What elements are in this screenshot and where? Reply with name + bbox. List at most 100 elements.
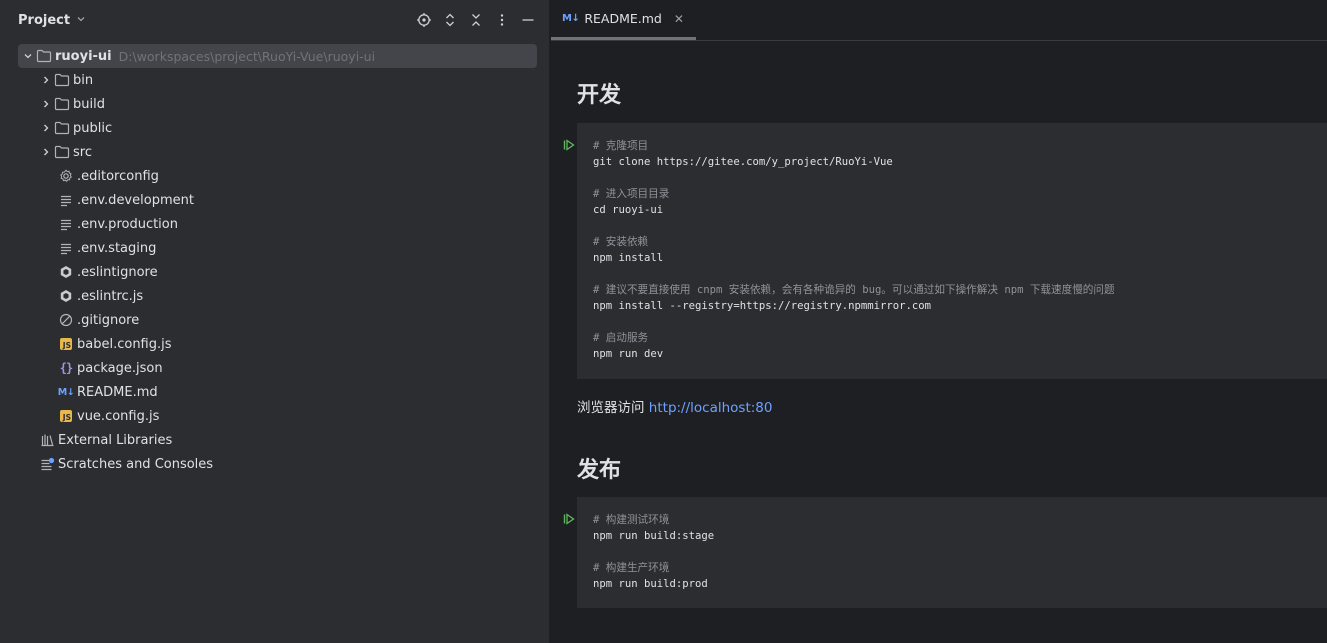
file-name: .gitignore xyxy=(77,312,140,328)
tree-folder-public[interactable]: public xyxy=(0,116,549,140)
markdown-file-icon: M↓ xyxy=(58,384,75,400)
file-name: .eslintignore xyxy=(77,264,158,280)
code-comment: # 进入项目目录 xyxy=(593,188,670,200)
file-name: vue.config.js xyxy=(77,408,160,424)
code-blank xyxy=(593,170,1311,186)
tree-folder-src[interactable]: src xyxy=(0,140,549,164)
extra-name: Scratches and Consoles xyxy=(58,456,214,472)
project-panel-actions xyxy=(413,9,539,31)
tree-file[interactable]: .editorconfig xyxy=(0,164,549,188)
library-icon xyxy=(39,432,55,448)
code-comment: # 构建生产环境 xyxy=(593,562,670,574)
chevron-down-icon[interactable] xyxy=(76,14,86,27)
code-block: # 克隆项目 git clone https://gitee.com/y_pro… xyxy=(577,123,1327,379)
chevron-right-icon[interactable] xyxy=(38,120,54,136)
code-line: npm run dev xyxy=(593,348,664,360)
hide-panel-icon[interactable] xyxy=(517,9,539,31)
expand-all-icon[interactable] xyxy=(439,9,461,31)
folder-icon xyxy=(54,72,70,88)
paragraph: 浏览器访问 http://localhost:80 xyxy=(577,396,772,416)
js-badge: JS xyxy=(60,338,72,350)
chevron-down-icon[interactable] xyxy=(20,48,36,64)
tree-file[interactable]: M↓ README.md xyxy=(0,380,549,404)
run-icon[interactable] xyxy=(562,138,576,152)
editor-tab-bar: M↓ README.md ✕ xyxy=(551,0,1327,41)
json-file-icon: {} xyxy=(58,360,74,376)
locate-file-icon[interactable] xyxy=(413,9,435,31)
code-comment: # 启动服务 xyxy=(593,332,649,344)
extra-name: External Libraries xyxy=(58,432,173,448)
tree-root-ruoyi-ui[interactable]: ruoyi-ui D:\workspaces\project\RuoYi-Vue… xyxy=(18,44,537,68)
folder-icon xyxy=(54,144,70,160)
section-heading: 开发 xyxy=(577,83,622,108)
tree-folder-build[interactable]: build xyxy=(0,92,549,116)
code-line: npm install --registry=https://registry.… xyxy=(593,300,932,312)
tree-file[interactable]: JS babel.config.js xyxy=(0,332,549,356)
tree-scratches-consoles[interactable]: Scratches and Consoles xyxy=(0,452,549,476)
tree-file[interactable]: .eslintignore xyxy=(0,260,549,284)
scratches-icon xyxy=(39,456,55,472)
chevron-right-icon[interactable] xyxy=(38,72,54,88)
text-file-icon xyxy=(58,240,74,256)
tree-file[interactable]: .eslintrc.js xyxy=(0,284,549,308)
file-name: package.json xyxy=(77,360,163,376)
tree-file[interactable]: .env.staging xyxy=(0,236,549,260)
collapse-all-icon[interactable] xyxy=(465,9,487,31)
project-panel-title[interactable]: Project xyxy=(18,13,70,28)
code-blank xyxy=(593,266,1311,282)
folder-icon xyxy=(54,120,70,136)
localhost-link[interactable]: http://localhost:80 xyxy=(649,400,773,416)
code-comment: # 建议不要直接使用 cnpm 安装依赖，会有各种诡异的 bug。可以通过如下操… xyxy=(593,284,1115,296)
text-file-icon xyxy=(58,192,74,208)
project-panel-header: Project xyxy=(0,0,549,40)
code-line: npm run build:prod xyxy=(593,578,708,590)
close-icon[interactable]: ✕ xyxy=(674,12,684,26)
code-block: # 构建测试环境 npm run build:stage # 构建生产环境 np… xyxy=(577,497,1327,608)
more-options-icon[interactable] xyxy=(491,9,513,31)
file-name: .editorconfig xyxy=(77,168,159,184)
file-name: .env.production xyxy=(77,216,178,232)
section-heading: 发布 xyxy=(577,458,622,483)
file-name: .env.staging xyxy=(77,240,157,256)
chevron-right-icon[interactable] xyxy=(38,96,54,112)
file-name: babel.config.js xyxy=(77,336,172,352)
root-folder-name: ruoyi-ui xyxy=(55,48,112,64)
root-folder-path: D:\workspaces\project\RuoYi-Vue\ruoyi-ui xyxy=(118,48,376,64)
tree-file[interactable]: JS vue.config.js xyxy=(0,404,549,428)
file-name: README.md xyxy=(77,384,158,400)
editor-area: M↓ README.md ✕ 开发 # 克隆项目 git clone https… xyxy=(551,0,1327,643)
folder-name: src xyxy=(73,144,92,160)
tree-file[interactable]: .env.development xyxy=(0,188,549,212)
js-file-icon: JS xyxy=(58,408,74,424)
js-file-icon: JS xyxy=(58,336,74,352)
project-tool-window: Project ruoyi-ui D:\workspaces\project\R… xyxy=(0,0,550,643)
code-line: git clone https://gitee.com/y_project/Ru… xyxy=(593,156,893,168)
eslint-icon xyxy=(58,288,74,304)
tree-file[interactable]: {} package.json xyxy=(0,356,549,380)
folder-name: bin xyxy=(73,72,94,88)
paragraph-text: 浏览器访问 xyxy=(577,400,649,416)
text-file-icon xyxy=(58,216,74,232)
file-name: .eslintrc.js xyxy=(77,288,144,304)
folder-name: public xyxy=(73,120,113,136)
code-blank xyxy=(593,218,1311,234)
code-comment: # 克隆项目 xyxy=(593,140,649,152)
json-badge: {} xyxy=(59,361,73,375)
chevron-right-icon[interactable] xyxy=(38,144,54,160)
js-badge: JS xyxy=(60,410,72,422)
run-icon[interactable] xyxy=(562,512,576,526)
tree-file[interactable]: .gitignore xyxy=(0,308,549,332)
markdown-preview: 开发 # 克隆项目 git clone https://gitee.com/y_… xyxy=(551,41,1327,643)
ignore-icon xyxy=(58,312,74,328)
tree-folder-bin[interactable]: bin xyxy=(0,68,549,92)
code-comment: # 安装依赖 xyxy=(593,236,649,248)
gear-icon xyxy=(58,168,74,184)
code-line: cd ruoyi-ui xyxy=(593,204,664,216)
eslint-icon xyxy=(58,264,74,280)
tab-readme[interactable]: M↓ README.md ✕ xyxy=(551,0,696,40)
tree-file[interactable]: .env.production xyxy=(0,212,549,236)
folder-icon xyxy=(54,96,70,112)
tab-label: README.md xyxy=(584,11,662,26)
code-comment: # 构建测试环境 xyxy=(593,514,670,526)
tree-external-libraries[interactable]: External Libraries xyxy=(0,428,549,452)
